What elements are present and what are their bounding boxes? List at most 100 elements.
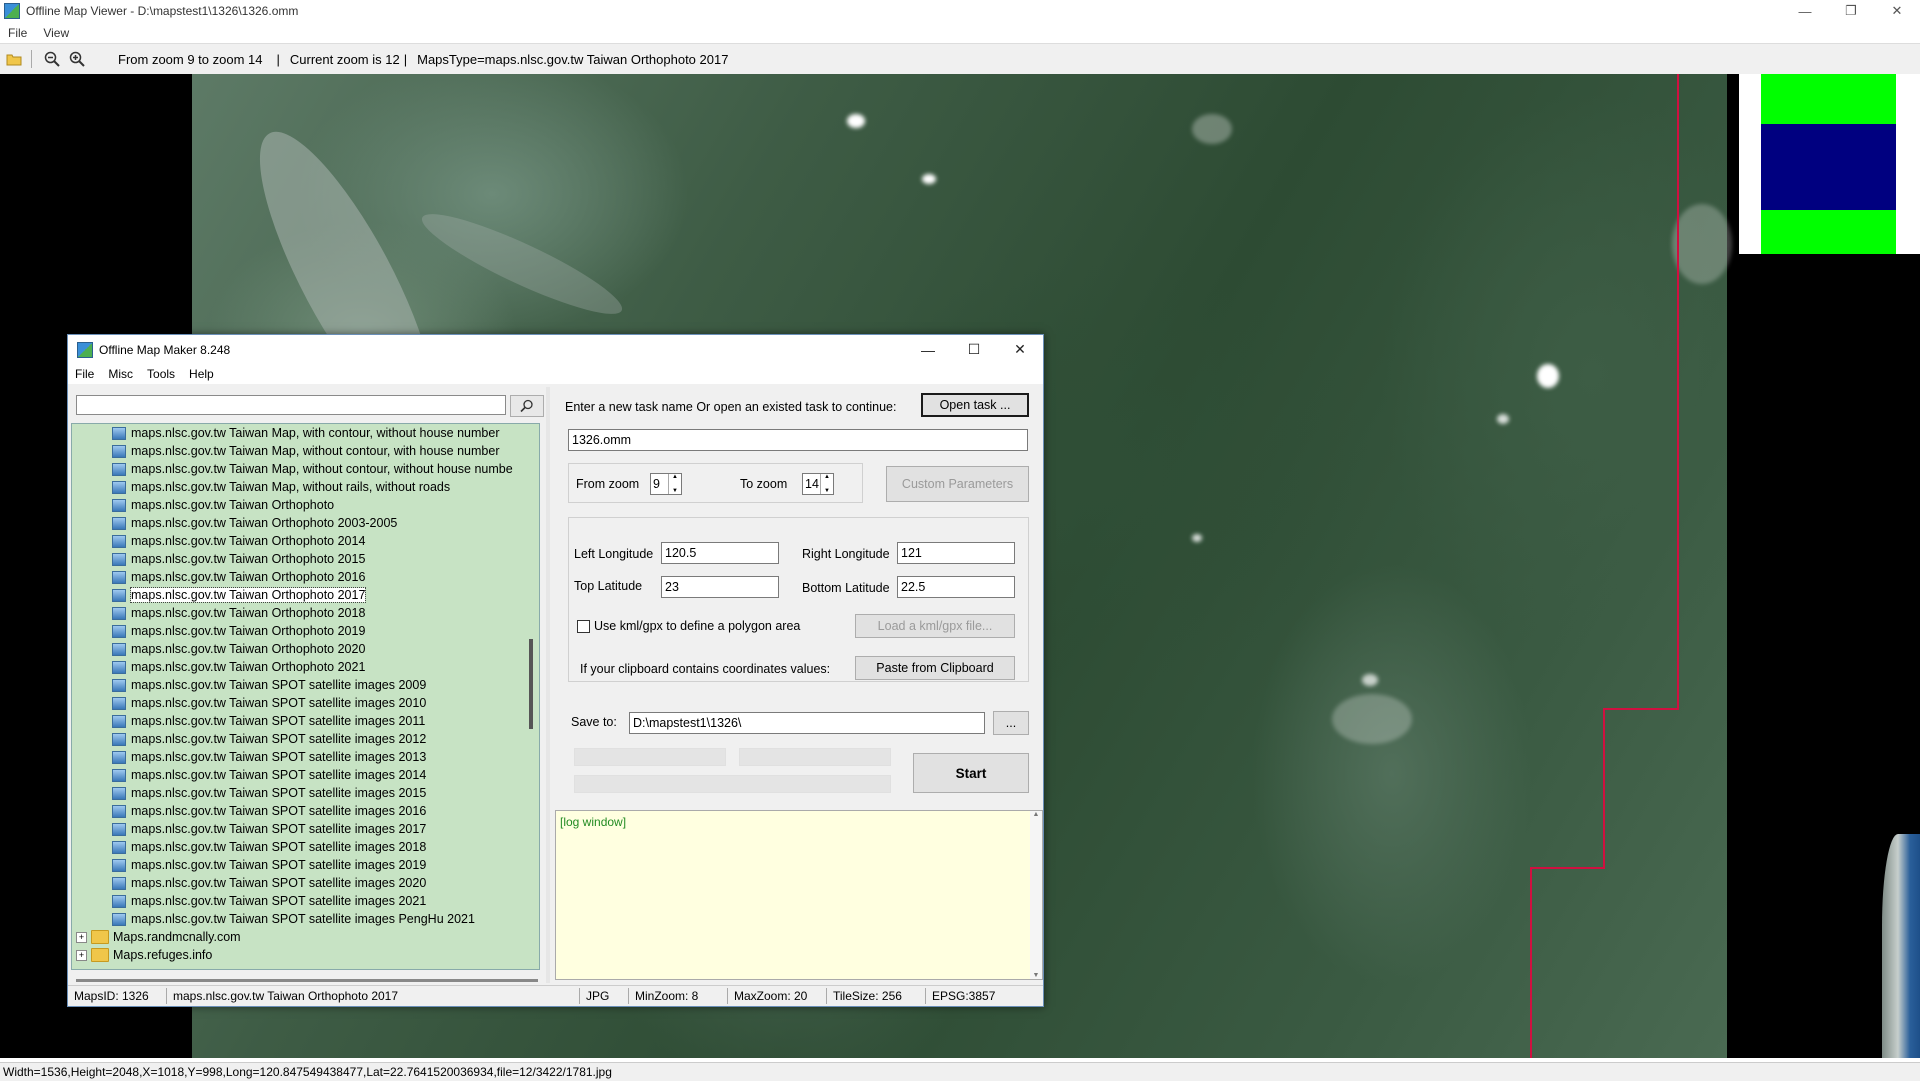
tree-item[interactable]: maps.nlsc.gov.tw Taiwan Orthophoto 2021 <box>72 658 539 676</box>
search-input[interactable] <box>76 395 506 415</box>
spinner-arrows[interactable]: ▲ ▼ <box>668 474 681 494</box>
boundary-line <box>1677 74 1679 709</box>
status-format: JPG <box>580 988 629 1004</box>
spinner-arrows[interactable]: ▲ ▼ <box>820 474 833 494</box>
log-window[interactable]: [log window] ▲ ▼ <box>555 810 1043 980</box>
zoom-out-icon[interactable] <box>41 48 63 70</box>
maps-type-text: MapsType=maps.nlsc.gov.tw Taiwan Orthoph… <box>417 51 729 67</box>
tree-item[interactable]: maps.nlsc.gov.tw Taiwan SPOT satellite i… <box>72 856 539 874</box>
tree-item[interactable]: maps.nlsc.gov.tw Taiwan SPOT satellite i… <box>72 766 539 784</box>
dialog-menu-file[interactable]: File <box>68 367 101 381</box>
tree-item[interactable]: maps.nlsc.gov.tw Taiwan SPOT satellite i… <box>72 712 539 730</box>
tree-item[interactable]: maps.nlsc.gov.tw Taiwan SPOT satellite i… <box>72 874 539 892</box>
current-zoom-text: Current zoom is 12 <box>289 51 400 67</box>
tree-item[interactable]: maps.nlsc.gov.tw Taiwan Orthophoto 2016 <box>72 568 539 586</box>
minimize-icon[interactable]: — <box>1782 0 1828 22</box>
search-icon <box>520 399 533 413</box>
dialog-menubar: File Misc Tools Help <box>68 364 1043 384</box>
zoom-in-icon[interactable] <box>66 48 88 70</box>
app-icon <box>4 3 20 19</box>
tree-item-label: maps.nlsc.gov.tw Taiwan SPOT satellite i… <box>131 678 427 692</box>
tree-folder[interactable]: + Maps.refuges.info <box>72 946 539 964</box>
expand-icon[interactable]: + <box>76 949 87 961</box>
custom-parameters-button[interactable]: Custom Parameters <box>886 466 1029 502</box>
tree-item[interactable]: maps.nlsc.gov.tw Taiwan SPOT satellite i… <box>72 748 539 766</box>
tree-item[interactable]: maps.nlsc.gov.tw Taiwan Map, without con… <box>72 442 539 460</box>
map-layer-icon <box>112 768 126 782</box>
tree-item[interactable]: maps.nlsc.gov.tw Taiwan Orthophoto <box>72 496 539 514</box>
left-longitude-field[interactable]: 120.5 <box>661 542 779 564</box>
close-icon[interactable]: ✕ <box>997 335 1043 364</box>
map-layer-icon <box>112 426 126 440</box>
dialog-menu-misc[interactable]: Misc <box>101 367 140 381</box>
browse-button[interactable]: ... <box>993 711 1029 735</box>
tree-item[interactable]: maps.nlsc.gov.tw Taiwan Orthophoto 2019 <box>72 622 539 640</box>
tree-vertical-scrollbar[interactable] <box>529 639 533 729</box>
chevron-down-icon[interactable]: ▼ <box>672 488 678 494</box>
right-longitude-field[interactable]: 121 <box>897 542 1015 564</box>
kml-polygon-checkbox[interactable] <box>577 620 590 633</box>
kml-polygon-label: Use kml/gpx to define a polygon area <box>594 619 801 633</box>
maps-tree[interactable]: maps.nlsc.gov.tw Taiwan Map, with contou… <box>71 423 540 970</box>
paste-clipboard-button[interactable]: Paste from Clipboard <box>855 656 1015 680</box>
start-button[interactable]: Start <box>913 753 1029 793</box>
minimize-icon[interactable]: — <box>905 335 951 364</box>
log-scrollbar[interactable]: ▲ ▼ <box>1030 811 1042 979</box>
maximize-icon[interactable]: ☐ <box>951 335 997 364</box>
tree-item[interactable]: maps.nlsc.gov.tw Taiwan Orthophoto 2003-… <box>72 514 539 532</box>
tree-item[interactable]: maps.nlsc.gov.tw Taiwan SPOT satellite i… <box>72 694 539 712</box>
open-task-button[interactable]: Open task ... <box>921 393 1029 417</box>
minimap[interactable] <box>1739 74 1920 254</box>
from-zoom-spinner[interactable]: 9 ▲ ▼ <box>650 473 682 495</box>
tree-item[interactable]: maps.nlsc.gov.tw Taiwan Orthophoto 2015 <box>72 550 539 568</box>
tree-item[interactable]: maps.nlsc.gov.tw Taiwan SPOT satellite i… <box>72 820 539 838</box>
tree-item-label: maps.nlsc.gov.tw Taiwan Map, without rai… <box>131 480 451 494</box>
top-latitude-field[interactable]: 23 <box>661 576 779 598</box>
close-icon[interactable]: ✕ <box>1874 0 1920 22</box>
task-name-field[interactable]: 1326.omm <box>568 429 1028 451</box>
folder-open-icon[interactable] <box>3 48 25 70</box>
tree-item[interactable]: maps.nlsc.gov.tw Taiwan SPOT satellite i… <box>72 838 539 856</box>
chevron-down-icon[interactable]: ▼ <box>1033 972 1040 979</box>
tree-item-label: maps.nlsc.gov.tw Taiwan Orthophoto <box>131 498 335 512</box>
cloud <box>1672 204 1732 284</box>
bottom-latitude-field[interactable]: 22.5 <box>897 576 1015 598</box>
tree-item[interactable]: maps.nlsc.gov.tw Taiwan Orthophoto 2014 <box>72 532 539 550</box>
to-zoom-label: To zoom <box>740 477 788 491</box>
task-prompt-label: Enter a new task name Or open an existed… <box>565 400 897 414</box>
load-kml-button[interactable]: Load a kml/gpx file... <box>855 614 1015 638</box>
tree-horizontal-scrollbar[interactable] <box>76 979 538 982</box>
tree-item[interactable]: maps.nlsc.gov.tw Taiwan Map, without con… <box>72 460 539 478</box>
tree-item[interactable]: maps.nlsc.gov.tw Taiwan SPOT satellite i… <box>72 892 539 910</box>
to-zoom-spinner[interactable]: 14 ▲ ▼ <box>802 473 834 495</box>
tree-item[interactable]: maps.nlsc.gov.tw Taiwan SPOT satellite i… <box>72 676 539 694</box>
tree-item[interactable]: maps.nlsc.gov.tw Taiwan Map, without rai… <box>72 478 539 496</box>
tree-item[interactable]: maps.nlsc.gov.tw Taiwan Orthophoto 2017 <box>72 586 539 604</box>
tree-item[interactable]: maps.nlsc.gov.tw Taiwan Orthophoto 2020 <box>72 640 539 658</box>
status-tile-size: TileSize: 256 <box>827 988 926 1004</box>
chevron-up-icon[interactable]: ▲ <box>1033 811 1040 818</box>
restore-icon[interactable]: ❐ <box>1828 0 1874 22</box>
tree-item[interactable]: maps.nlsc.gov.tw Taiwan Map, with contou… <box>72 424 539 442</box>
menu-file[interactable]: File <box>0 26 35 40</box>
tree-item[interactable]: maps.nlsc.gov.tw Taiwan Orthophoto 2018 <box>72 604 539 622</box>
tree-folder-label: Maps.randmcnally.com <box>113 930 241 944</box>
tree-item[interactable]: maps.nlsc.gov.tw Taiwan SPOT satellite i… <box>72 910 539 928</box>
panel-splitter[interactable] <box>546 387 550 983</box>
dialog-menu-tools[interactable]: Tools <box>140 367 182 381</box>
search-button[interactable] <box>510 395 544 417</box>
boundary-line <box>1603 708 1605 828</box>
tree-folder[interactable]: + Maps.randmcnally.com <box>72 928 539 946</box>
tree-item[interactable]: maps.nlsc.gov.tw Taiwan SPOT satellite i… <box>72 784 539 802</box>
dialog-menu-help[interactable]: Help <box>182 367 221 381</box>
chevron-up-icon[interactable]: ▲ <box>824 474 830 480</box>
viewer-status-text: Width=1536,Height=2048,X=1018,Y=998,Long… <box>3 1065 612 1079</box>
expand-icon[interactable]: + <box>76 931 87 943</box>
menu-view[interactable]: View <box>35 26 77 40</box>
chevron-up-icon[interactable]: ▲ <box>672 474 678 480</box>
chevron-down-icon[interactable]: ▼ <box>824 488 830 494</box>
save-path-field[interactable]: D:\mapstest1\1326\ <box>629 712 985 734</box>
tree-item[interactable]: maps.nlsc.gov.tw Taiwan SPOT satellite i… <box>72 730 539 748</box>
tree-item[interactable]: maps.nlsc.gov.tw Taiwan SPOT satellite i… <box>72 802 539 820</box>
bottom-latitude-label: Bottom Latitude <box>802 581 890 595</box>
